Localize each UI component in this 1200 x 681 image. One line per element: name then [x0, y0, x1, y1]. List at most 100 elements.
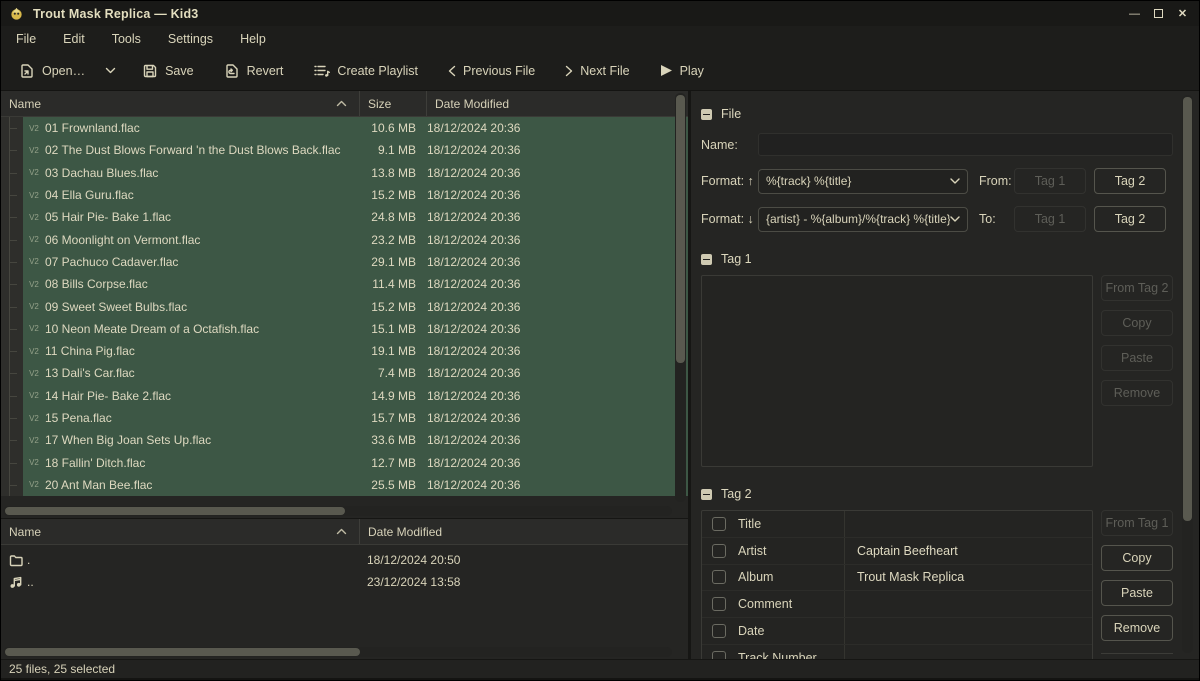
menu-settings[interactable]: Settings	[159, 29, 222, 49]
file-list-row[interactable]: V2 17 When Big Joan Sets Up.flac 33.6 MB…	[1, 429, 688, 451]
tag1-fields-area[interactable]	[701, 275, 1093, 467]
format-to-filename-combobox[interactable]: {artist} - %{album}/%{track} %{title}	[758, 207, 968, 232]
file-date-modified: 18/12/2024 20:36	[422, 389, 520, 403]
open-dropdown-button[interactable]	[101, 61, 120, 80]
close-button[interactable]: ✕	[1174, 6, 1191, 21]
file-section-header[interactable]: File	[701, 107, 1173, 121]
minimize-button[interactable]: —	[1126, 6, 1143, 21]
file-list-row[interactable]: V2 04 Ella Guru.flac 15.2 MB 18/12/2024 …	[1, 184, 688, 206]
file-list-row[interactable]: V2 08 Bills Corpse.flac 11.4 MB 18/12/20…	[1, 273, 688, 295]
format-from-filename-combobox[interactable]: %{track} %{title}	[758, 169, 968, 194]
file-list-row[interactable]: V2 15 Pena.flac 15.7 MB 18/12/2024 20:36	[1, 407, 688, 429]
from-tag1-button[interactable]: Tag 1	[1014, 168, 1086, 194]
to-tag2-button[interactable]: Tag 2	[1094, 206, 1166, 232]
collapse-icon[interactable]	[701, 489, 712, 500]
title-bar: Trout Mask Replica — Kid3 — ✕	[1, 1, 1199, 26]
collapse-icon[interactable]	[701, 109, 712, 120]
create-playlist-button[interactable]: Create Playlist	[305, 57, 426, 85]
file-list-row[interactable]: V2 01 Frownland.flac 10.6 MB 18/12/2024 …	[1, 117, 688, 139]
file-date-modified: 18/12/2024 20:36	[422, 322, 520, 336]
collapse-icon[interactable]	[701, 254, 712, 265]
file-list-row[interactable]: V2 02 The Dust Blows Forward 'n the Dust…	[1, 139, 688, 161]
tree-branch	[1, 318, 23, 340]
tag-panel-vertical-scrollbar[interactable]	[1182, 95, 1193, 653]
directory-list-row[interactable]: . 18/12/2024 20:50	[1, 549, 688, 571]
remove-button[interactable]: Remove	[1101, 615, 1173, 641]
column-header-name[interactable]: Name	[1, 519, 359, 544]
menu-help[interactable]: Help	[231, 29, 275, 49]
field-checkbox[interactable]	[712, 597, 726, 611]
tag2-buttons: From Tag 1CopyPasteRemoveEdit	[1093, 510, 1173, 659]
scrollbar-thumb[interactable]	[5, 648, 360, 656]
file-size: 15.1 MB	[359, 322, 422, 336]
field-checkbox[interactable]	[712, 570, 726, 584]
menu-file[interactable]: File	[7, 29, 45, 49]
field-value[interactable]: Captain Beefheart	[845, 544, 1092, 558]
menu-tools[interactable]: Tools	[103, 29, 150, 49]
directory-list-row[interactable]: .. 23/12/2024 13:58	[1, 571, 688, 593]
file-list-row[interactable]: V2 20 Ant Man Bee.flac 25.5 MB 18/12/202…	[1, 474, 688, 496]
file-list-row[interactable]: V2 03 Dachau Blues.flac 13.8 MB 18/12/20…	[1, 162, 688, 184]
column-header-date-modified[interactable]: Date Modified	[359, 519, 688, 544]
field-checkbox[interactable]	[712, 544, 726, 558]
file-name: 11 China Pig.flac	[45, 344, 359, 358]
column-header-name[interactable]: Name	[1, 91, 359, 116]
file-name: 09 Sweet Sweet Bulbs.flac	[45, 300, 359, 314]
file-list-row[interactable]: V2 07 Pachuco Cadaver.flac 29.1 MB 18/12…	[1, 251, 688, 273]
file-list-vertical-scrollbar[interactable]	[675, 93, 686, 502]
from-tag-1-button[interactable]: From Tag 1	[1101, 510, 1173, 536]
copy-button[interactable]: Copy	[1101, 545, 1173, 571]
music-note-icon	[9, 576, 27, 589]
file-name: 14 Hair Pie- Bake 2.flac	[45, 389, 359, 403]
paste-button[interactable]: Paste	[1101, 345, 1173, 371]
scrollbar-thumb[interactable]	[5, 507, 345, 515]
save-icon	[142, 63, 158, 79]
tag-version-badge: V2	[23, 213, 45, 222]
file-list-rows: V2 01 Frownland.flac 10.6 MB 18/12/2024 …	[1, 117, 688, 496]
menu-edit[interactable]: Edit	[54, 29, 94, 49]
next-file-button[interactable]: Next File	[557, 58, 637, 84]
file-list-row[interactable]: V2 14 Hair Pie- Bake 2.flac 14.9 MB 18/1…	[1, 385, 688, 407]
status-bar: 25 files, 25 selected	[1, 659, 1199, 678]
field-label: Title	[738, 517, 844, 531]
file-list-row[interactable]: V2 06 Moonlight on Vermont.flac 23.2 MB …	[1, 228, 688, 250]
file-list-row[interactable]: V2 13 Dali's Car.flac 7.4 MB 18/12/2024 …	[1, 362, 688, 384]
tag1-section-header[interactable]: Tag 1	[701, 252, 1173, 266]
column-header-size[interactable]: Size	[359, 91, 426, 116]
tag-version-badge: V2	[23, 257, 45, 266]
copy-button[interactable]: Copy	[1101, 310, 1173, 336]
open-button[interactable]: Open…	[11, 57, 93, 85]
field-checkbox[interactable]	[712, 624, 726, 638]
file-list-row[interactable]: V2 10 Neon Meate Dream of a Octafish.fla…	[1, 318, 688, 340]
previous-file-button[interactable]: Previous File	[440, 58, 543, 84]
maximize-button[interactable]	[1150, 6, 1167, 21]
paste-button[interactable]: Paste	[1101, 580, 1173, 606]
scrollbar-thumb[interactable]	[676, 95, 685, 363]
tag1-buttons: From Tag 2 Copy Paste Remove	[1093, 275, 1173, 467]
play-button[interactable]: Play	[652, 58, 712, 84]
field-checkbox[interactable]	[712, 651, 726, 659]
field-value[interactable]: Trout Mask Replica	[845, 570, 1092, 584]
tag2-field-row: Date	[702, 618, 1092, 645]
file-list-row[interactable]: V2 05 Hair Pie- Bake 1.flac 24.8 MB 18/1…	[1, 206, 688, 228]
save-button[interactable]: Save	[134, 57, 202, 85]
file-list-horizontal-scrollbar[interactable]	[3, 506, 672, 516]
column-divider	[844, 645, 845, 659]
name-label: Name:	[701, 138, 758, 152]
from-tag2-button[interactable]: Tag 2	[1094, 168, 1166, 194]
tag2-section-header[interactable]: Tag 2	[701, 487, 1173, 501]
field-checkbox[interactable]	[712, 517, 726, 531]
file-list-row[interactable]: V2 18 Fallin' Ditch.flac 12.7 MB 18/12/2…	[1, 451, 688, 473]
directory-list-horizontal-scrollbar[interactable]	[3, 647, 672, 657]
tree-branch	[1, 206, 23, 228]
from-tag-2-button[interactable]: From Tag 2	[1101, 275, 1173, 301]
remove-button[interactable]: Remove	[1101, 380, 1173, 406]
file-size: 14.9 MB	[359, 389, 422, 403]
column-header-date-modified[interactable]: Date Modified	[426, 91, 688, 116]
file-list-row[interactable]: V2 09 Sweet Sweet Bulbs.flac 15.2 MB 18/…	[1, 295, 688, 317]
file-list-row[interactable]: V2 11 China Pig.flac 19.1 MB 18/12/2024 …	[1, 340, 688, 362]
filename-input[interactable]	[758, 133, 1173, 156]
revert-button[interactable]: Revert	[216, 57, 292, 85]
to-tag1-button[interactable]: Tag 1	[1014, 206, 1086, 232]
scrollbar-thumb[interactable]	[1183, 97, 1192, 521]
